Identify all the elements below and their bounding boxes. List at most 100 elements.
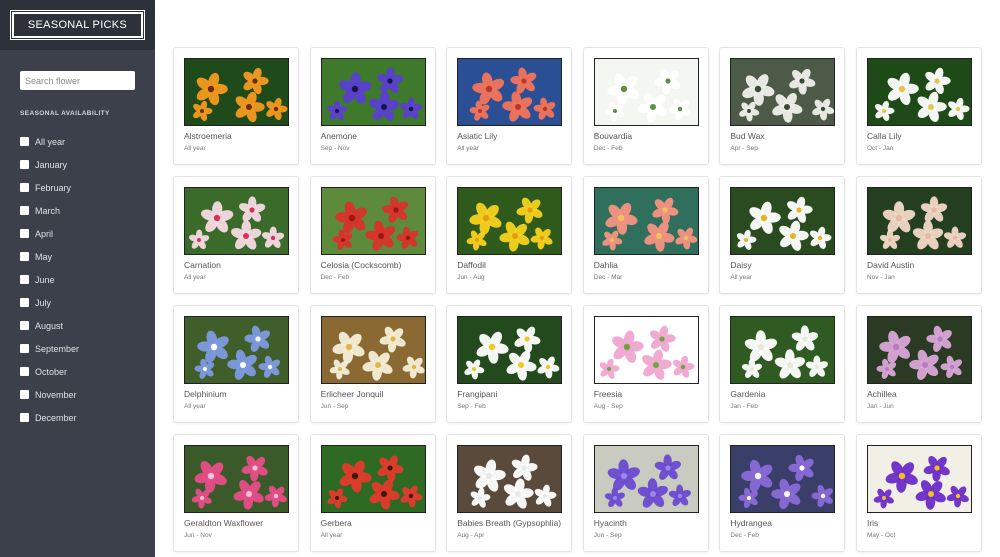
babies-breath-photo[interactable]	[457, 445, 563, 513]
filter-checkbox[interactable]	[20, 298, 29, 307]
flower-card[interactable]: Gardenia Jan - Feb	[719, 305, 846, 423]
hyacinth-photo[interactable]	[593, 445, 699, 513]
flower-season: Dec - Feb	[730, 532, 759, 539]
hydrangea-photo[interactable]	[730, 445, 836, 513]
filter-checkbox[interactable]	[20, 252, 29, 261]
filter-checkbox[interactable]	[20, 390, 29, 399]
filter-checkbox[interactable]	[20, 183, 29, 192]
filter-checkbox[interactable]	[20, 413, 29, 422]
gerbera-photo[interactable]	[320, 445, 426, 513]
filter-checkbox[interactable]	[20, 206, 29, 215]
delphinium-photo[interactable]	[184, 316, 289, 384]
filter-checkbox[interactable]	[20, 229, 29, 238]
filter-checkbox[interactable]	[20, 137, 29, 146]
flower-card[interactable]: Bouvardia Dec - Feb	[582, 47, 709, 165]
david-austin-photo[interactable]	[866, 187, 972, 255]
flower-season: All year	[730, 274, 753, 281]
filter-item[interactable]: May	[20, 245, 79, 268]
flower-season: Nov - Jan	[866, 274, 895, 281]
flower-season: Aug - Apr	[457, 532, 485, 539]
daisy-photo[interactable]	[730, 187, 836, 255]
flower-name: Carnation	[184, 260, 221, 270]
celosia-photo[interactable]	[320, 187, 426, 255]
carnation-photo[interactable]	[184, 187, 289, 255]
filter-item[interactable]: August	[20, 314, 79, 337]
flower-card[interactable]: Daisy All year	[719, 176, 846, 294]
filter-item[interactable]: January	[20, 153, 79, 176]
filter-item[interactable]: December	[20, 406, 79, 429]
flower-name: Hydrangea	[730, 518, 772, 528]
filter-item[interactable]: September	[20, 337, 79, 360]
brand-bar: SEASONAL PICKS	[0, 0, 155, 50]
flower-card[interactable]: Frangipani Sep - Feb	[446, 305, 573, 423]
flower-card[interactable]: Alstroemeria All year	[173, 47, 299, 165]
daffodil-photo[interactable]	[457, 187, 563, 255]
anemone-photo[interactable]	[320, 58, 426, 126]
achillea-photo[interactable]	[866, 316, 972, 384]
search-input[interactable]	[20, 71, 135, 90]
flower-card[interactable]: Carnation All year	[173, 176, 299, 294]
flower-card[interactable]: Dahlia Dec - Mar	[582, 176, 709, 294]
flower-card[interactable]: Bud Wax Apr - Sep	[719, 47, 846, 165]
filter-checkbox[interactable]	[20, 321, 29, 330]
flower-season: Oct - Jan	[866, 145, 894, 152]
flower-name: Bouvardia	[593, 131, 633, 141]
flower-card[interactable]: Hydrangea Dec - Feb	[719, 434, 846, 552]
flower-card[interactable]: Anemone Sep - Nov	[309, 47, 436, 165]
calla-lily-photo[interactable]	[866, 58, 972, 126]
flower-grid: Alstroemeria All year Anemone Sep - Nov Asia…	[173, 47, 982, 552]
flower-season: Jan - Feb	[730, 403, 758, 410]
flower-season: Jun - Sep	[320, 403, 349, 410]
brand-logo[interactable]: SEASONAL PICKS	[10, 10, 145, 40]
flower-card[interactable]: Iris May - Oct	[855, 434, 982, 552]
flower-name: Daisy	[730, 260, 752, 270]
flower-name: Celosia (Cockscomb)	[320, 260, 402, 270]
filter-label: January	[35, 159, 68, 170]
erlicheer-jonquil-photo[interactable]	[320, 316, 426, 384]
flower-card[interactable]: Celosia (Cockscomb) Dec - Feb	[309, 176, 436, 294]
iris-photo[interactable]	[866, 445, 972, 513]
flower-card[interactable]: Erlicheer Jonquil Jun - Sep	[309, 305, 436, 423]
flower-card[interactable]: David Austin Nov - Jan	[855, 176, 982, 294]
flower-card[interactable]: Delphinium All year	[173, 305, 299, 423]
gardenia-photo[interactable]	[730, 316, 836, 384]
filter-item[interactable]: All year	[20, 130, 79, 153]
filter-checkbox[interactable]	[20, 367, 29, 376]
filter-item[interactable]: June	[20, 268, 79, 291]
filter-item[interactable]: February	[20, 176, 79, 199]
filter-checkbox[interactable]	[20, 344, 29, 353]
asiatic-lily-photo[interactable]	[457, 58, 563, 126]
filter-item[interactable]: July	[20, 291, 79, 314]
flower-card[interactable]: Daffodil Jun - Aug	[446, 176, 573, 294]
dahlia-photo[interactable]	[593, 187, 699, 255]
flower-card[interactable]: Gerbera All year	[309, 434, 436, 552]
geraldton-waxflower-photo[interactable]	[184, 445, 289, 513]
flower-card[interactable]: Hyacinth Jun - Sep	[582, 434, 709, 552]
flower-card[interactable]: Babies Breath (Gypsophlia) Aug - Apr	[446, 434, 573, 552]
bouvardia-photo[interactable]	[593, 58, 699, 126]
alstroemeria-photo[interactable]	[184, 58, 289, 126]
filter-checkbox[interactable]	[20, 275, 29, 284]
frangipani-photo[interactable]	[457, 316, 563, 384]
flower-card[interactable]: Geraldton Waxflower Jun - Nov	[173, 434, 299, 552]
filter-checkbox[interactable]	[20, 160, 29, 169]
flower-card[interactable]: Achillea Jan - Jun	[855, 305, 982, 423]
filter-item[interactable]: March	[20, 199, 79, 222]
filter-item[interactable]: April	[20, 222, 79, 245]
flower-card[interactable]: Calla Lily Oct - Jan	[855, 47, 982, 165]
freesia-photo[interactable]	[593, 316, 699, 384]
flower-card[interactable]: Freesia Aug - Sep	[582, 305, 709, 423]
filter-label: September	[35, 343, 80, 354]
flower-name: Hyacinth	[593, 518, 627, 528]
sidebar: SEASONAL PICKS SEASONAL AVAILABILITY All…	[0, 0, 155, 557]
flower-card[interactable]: Asiatic Lily All year	[446, 47, 573, 165]
filter-item[interactable]: October	[20, 360, 79, 383]
flower-name: Daffodil	[457, 260, 486, 270]
flower-season: Dec - Mar	[593, 274, 623, 281]
filter-item[interactable]: November	[20, 383, 79, 406]
filter-label: August	[35, 320, 64, 331]
flower-name: Achillea	[866, 389, 897, 399]
flower-name: Anemone	[320, 131, 357, 141]
bud-wax-photo[interactable]	[730, 58, 836, 126]
flower-season: Aug - Sep	[593, 403, 623, 410]
